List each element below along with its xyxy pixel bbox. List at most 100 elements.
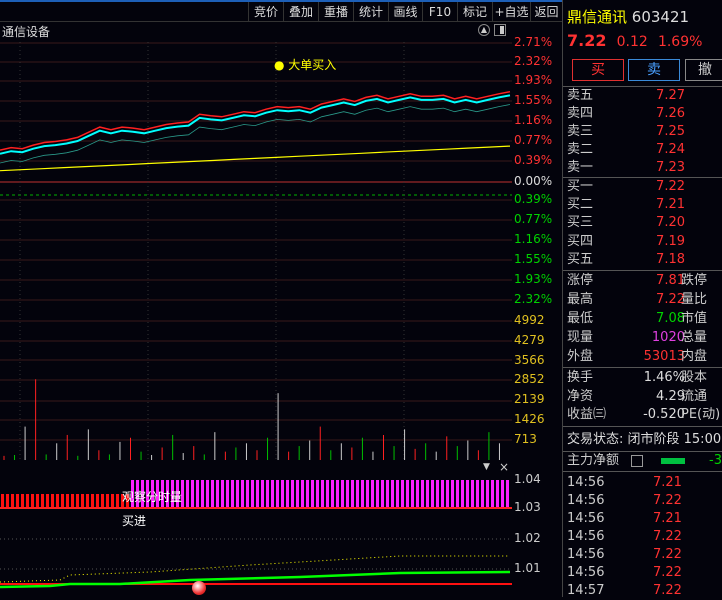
indicator-tick: 1.02 [514,531,541,545]
indicator-bar [391,480,394,508]
dropdown-icon[interactable]: ▼ [483,462,490,472]
indicator-bar [321,480,324,508]
row-value: 7.20 [656,215,685,231]
toolbar-button-1[interactable]: 叠加 [283,2,318,22]
indicator-bar [301,480,304,508]
row-right-label: 股本 [681,370,708,385]
tick-price: 7.22 [653,583,682,598]
indicator-bar [371,480,374,508]
toolbar-button-8[interactable]: 返回 [530,2,562,22]
tick-row: 14:56 7.22 [567,564,722,582]
pct-tick: 0.39% [514,153,553,167]
toolbar-button-6[interactable]: 标记 [457,2,492,22]
indicator-bar [6,494,9,508]
toolbar-button-3[interactable]: 统计 [353,2,388,22]
indicator-bar [401,480,404,508]
sell-button[interactable]: 卖 [628,59,680,81]
row-right-label: 市值 [681,311,708,326]
pct-tick: 1.55% [514,93,553,107]
indicator-bar [16,494,19,508]
toolbar-button-0[interactable]: 竞价 [248,2,283,22]
toolbar-button-5[interactable]: F10 [422,2,457,22]
net-bar [661,458,685,464]
tick-row: 14:56 7.21 [567,474,722,492]
indicator-bar [486,480,489,508]
intraday-chart[interactable]: 通信设备 ▲ ● 大单买入 观察分时量 买进 ▼ × [0,22,512,597]
indicator-bar [481,480,484,508]
indicator-bar [416,480,419,508]
tick-price: 7.22 [653,493,682,508]
tick-time: 14:56 [567,547,605,562]
indicator-bar [366,480,369,508]
indicator-bar [346,480,349,508]
pct-tick: 0.39% [514,192,553,206]
indicator-bar [271,480,274,508]
indicator-tick: 1.04 [514,472,541,486]
pct-tick: 0.77% [514,212,553,226]
main-net-value: -35 [709,453,722,468]
tick-price: 7.21 [653,511,682,526]
ask-row: 卖一 7.23 [567,159,722,177]
quote-panel: 鼎信通讯 603421 7.22 0.12 1.69% 买 卖 撤 卖五 7.27… [562,0,722,598]
indicator-bar [111,494,114,508]
tick-time: 14:56 [567,493,605,508]
indicator-bar [51,494,54,508]
indicator-bar [276,480,279,508]
row-label: 涨停 [567,273,594,288]
row-label: 买一 [567,179,594,194]
indicator-bar [221,480,224,508]
volume-tick: 1426 [514,412,545,426]
indicator-bar [91,494,94,508]
row-right-label: 流通 [681,388,708,404]
close-icon[interactable]: × [499,460,509,474]
indicator-bar [21,494,24,508]
indicator-bar [421,480,424,508]
signal-ball-icon [192,581,206,595]
indicator-bar [386,480,389,508]
list-icon[interactable] [631,455,643,467]
indicator-bar [31,494,34,508]
indicator-bar [351,480,354,508]
indicator-bar [431,480,434,508]
cancel-order-button[interactable]: 撤 [685,59,722,81]
indicator-bar [426,480,429,508]
row-right-label: 内盘 [681,349,708,364]
volume-tick: 2139 [514,392,545,407]
pct-tick: 1.93% [514,272,553,286]
pct-tick: 2.32% [514,292,553,306]
indicator-bar [246,480,249,508]
volume-tick: 4279 [514,332,545,347]
row-value: 7.24 [656,142,685,157]
indicator-bar [461,480,464,508]
toolbar-button-4[interactable]: 画线 [388,2,422,22]
avg-price-line [0,145,511,172]
bid-row: 买三 7.20 [567,214,722,232]
tick-time: 14:57 [567,583,605,598]
row-right-label: PE(动) [681,407,721,422]
tick-price: 7.22 [653,547,682,562]
indicator-bar [26,494,29,508]
buy-signal-label: 买进 [122,514,147,528]
indicator-bar [231,480,234,508]
buy-button[interactable]: 买 [572,59,624,81]
toolbar-button-2[interactable]: 重播 [318,2,353,22]
tick-time: 14:56 [567,565,605,580]
stat-row: 换手 1.46% 股本 [567,369,722,387]
annotation-text: 大单买入 [288,58,337,72]
indicator-bar [441,480,444,508]
trade-status: 交易状态: 闭市阶段 15:00 [567,432,722,447]
main-net-row: 主力净额 -35 [567,452,722,470]
row-value: 7.21 [656,197,685,213]
indicator-bar [206,480,209,508]
bid-row: 买一 7.22 [567,178,722,196]
indicator-bar [476,480,479,508]
pct-tick: 1.16% [514,232,553,246]
volume-tick: 713 [514,431,537,446]
ask-row: 卖二 7.24 [567,141,722,159]
indicator-bar [61,494,64,508]
row-right-label: 量比 [681,292,708,307]
indicator-bar [491,480,494,508]
indicator-bar [46,494,49,508]
toolbar-button-7[interactable]: +自选 [492,2,530,22]
main-net-label: 主力净额 [567,453,620,468]
